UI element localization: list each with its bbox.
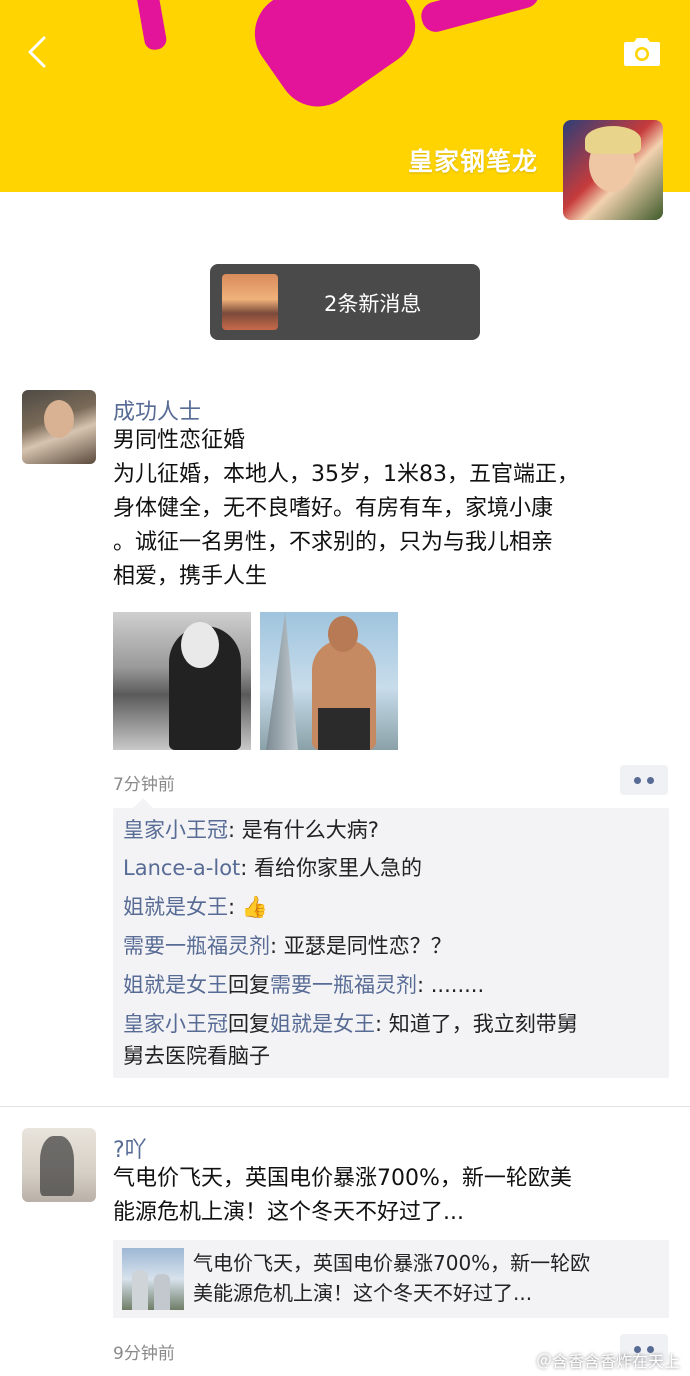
comment-user[interactable]: 姐就是女王: [123, 895, 228, 919]
comment-item[interactable]: 皇家小王冠回复姐就是女王: 知道了，我立刻带舅舅去医院看脑子: [123, 1008, 659, 1072]
avatar-hair: [585, 126, 641, 154]
back-button[interactable]: [22, 34, 58, 70]
comment-item[interactable]: 姐就是女王回复需要一瓶福灵剂: ........: [123, 969, 659, 1001]
new-message-thumbnail: [222, 274, 278, 330]
reply-word: 回复: [228, 1012, 270, 1036]
comment-item[interactable]: Lance-a-lot: 看给你家里人急的: [123, 852, 659, 884]
comment-user[interactable]: 皇家小王冠: [123, 818, 228, 842]
post-author-avatar[interactable]: [22, 390, 96, 464]
photo-figure-head: [181, 622, 219, 668]
comment-user[interactable]: 皇家小王冠: [123, 1012, 228, 1036]
more-dot-icon: [647, 777, 654, 784]
watermark-text: ＠含香含香炸在天上: [535, 1352, 680, 1371]
comment-text: : 👍: [228, 895, 268, 919]
profile-name: 皇家钢笔龙: [407, 147, 538, 176]
comment-item[interactable]: 皇家小王冠: 是有什么大病?: [123, 814, 659, 846]
post-text-line: 能源危机上演！这个冬天不好过了...: [113, 1200, 464, 1225]
shared-link-card[interactable]: 气电价飞天，英国电价暴涨700%，新一轮欧 美能源危机上演！这个冬天不好过了..…: [113, 1240, 669, 1318]
link-thumbnail: [122, 1248, 184, 1310]
cover-decoration: [239, 0, 431, 123]
reply-word: 回复: [228, 973, 270, 997]
comment-reply-to[interactable]: 姐就是女王: [270, 1012, 375, 1036]
post-text-line: 男同性恋征婚: [113, 428, 246, 453]
post-author-name[interactable]: 成功人士: [113, 394, 201, 426]
camera-button[interactable]: [622, 36, 662, 68]
link-title-line: 气电价飞天，英国电价暴涨700%，新一轮欧: [193, 1251, 591, 1275]
new-messages-button[interactable]: 2条新消息: [210, 264, 480, 340]
comment-text: : 亚瑟是同性恋？？: [270, 934, 452, 958]
post-text-line: 为儿征婚，本地人，35岁，1米83，五官端正，: [113, 462, 579, 487]
post-author-name[interactable]: ?吖: [113, 1132, 147, 1164]
profile-avatar[interactable]: [563, 120, 663, 220]
more-actions-button[interactable]: [620, 765, 668, 795]
post-divider: [0, 1106, 690, 1107]
chevron-left-icon: [28, 36, 46, 68]
comment-text: : 知道了，我立刻带舅: [375, 1012, 578, 1036]
photo-figure-pants: [318, 708, 370, 750]
post-text-line: 身体健全，无不良嗜好。有房有车，家境小康: [113, 496, 554, 521]
post-author-avatar[interactable]: [22, 1128, 96, 1202]
more-dot-icon: [634, 777, 641, 784]
comment-text: : ........: [417, 973, 485, 997]
comment-user[interactable]: 需要一瓶福灵剂: [123, 934, 270, 958]
post-text-line: 。诚征一名男性，不求别的，只为与我儿相亲: [113, 530, 554, 555]
post-text-line: 气电价飞天，英国电价暴涨700%，新一轮欧美: [113, 1166, 572, 1191]
comment-text-continued: 舅去医院看脑子: [123, 1044, 270, 1068]
post-time: 7分钟前: [113, 775, 175, 795]
link-title: 气电价飞天，英国电价暴涨700%，新一轮欧 美能源危机上演！这个冬天不好过了..…: [193, 1248, 659, 1308]
comment-item[interactable]: 姐就是女王: 👍: [123, 891, 659, 923]
post-photo[interactable]: [260, 612, 398, 750]
post-time: 9分钟前: [113, 1344, 175, 1364]
comment-item[interactable]: 需要一瓶福灵剂: 亚瑟是同性恋？？: [123, 930, 659, 962]
photo-figure-head: [328, 616, 358, 652]
photo-building: [266, 612, 298, 750]
cover-decoration: [134, 0, 168, 52]
cover-decoration: [418, 0, 542, 36]
comment-user[interactable]: 姐就是女王: [123, 973, 228, 997]
post-text-line: 相爱，携手人生: [113, 564, 268, 589]
post-photo[interactable]: [113, 612, 251, 750]
comment-text: : 看给你家里人急的: [240, 856, 423, 880]
avatar-figure: [40, 1136, 74, 1196]
comment-text: : 是有什么大病?: [228, 818, 379, 842]
link-title-line: 美能源危机上演！这个冬天不好过了...: [193, 1281, 533, 1305]
comment-reply-to[interactable]: 需要一瓶福灵剂: [270, 973, 417, 997]
avatar-face: [44, 400, 74, 438]
thumbnail-cooling-tower: [132, 1270, 148, 1310]
comment-user[interactable]: Lance-a-lot: [123, 856, 240, 880]
thumbnail-cooling-tower: [154, 1274, 170, 1310]
comments-section: 皇家小王冠: 是有什么大病? Lance-a-lot: 看给你家里人急的 姐就是…: [113, 798, 669, 1078]
new-messages-label: 2条新消息: [324, 292, 422, 316]
camera-icon: [624, 38, 660, 66]
